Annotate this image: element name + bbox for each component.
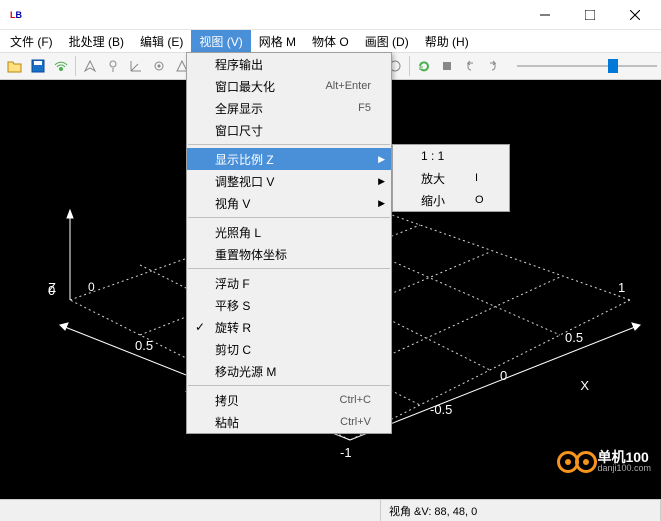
menu-batch[interactable]: 批处理 (B) xyxy=(61,30,132,53)
watermark-logo-icon xyxy=(557,451,593,473)
status-left xyxy=(0,500,381,521)
menu-item-zoom[interactable]: 显示比例 Z▶ xyxy=(187,148,391,170)
submenu-arrow-icon: ▶ xyxy=(378,176,385,187)
menu-item-adjust-viewport[interactable]: 调整视口 V▶ xyxy=(187,170,391,192)
menu-file[interactable]: 文件 (F) xyxy=(2,30,61,53)
menu-item-winsize[interactable]: 窗口尺寸 xyxy=(187,119,391,141)
menu-mesh[interactable]: 网格 M xyxy=(251,30,304,53)
menu-bar: 文件 (F) 批处理 (B) 编辑 (E) 视图 (V) 网格 M 物体 O 画… xyxy=(0,30,661,52)
tick: 0 xyxy=(88,280,95,294)
menu-edit[interactable]: 编辑 (E) xyxy=(132,30,191,53)
tool-axes-icon[interactable] xyxy=(125,55,147,77)
menu-item-paste[interactable]: 粘帖Ctrl+V xyxy=(187,411,391,433)
menu-item-rotate[interactable]: ✓旋转 R xyxy=(187,316,391,338)
menu-item-maximize[interactable]: 窗口最大化Alt+Enter xyxy=(187,75,391,97)
maximize-button[interactable] xyxy=(567,0,612,30)
menu-item-output[interactable]: 程序输出 xyxy=(187,53,391,75)
zoom-submenu: 1 : 1 放大I 缩小O xyxy=(392,144,510,212)
stop-icon[interactable] xyxy=(436,55,458,77)
watermark-url: danji100.com xyxy=(597,464,651,473)
status-bar: 视角 &V: 88, 48, 0 xyxy=(0,499,661,521)
app-logo-icon: LB xyxy=(8,7,24,23)
menu-item-lightangle[interactable]: 光照角 L xyxy=(187,221,391,243)
title-bar: LB xyxy=(0,0,661,30)
submenu-arrow-icon: ▶ xyxy=(378,154,385,165)
menu-item-viewangle[interactable]: 视角 V▶ xyxy=(187,192,391,214)
tick: 0.5 xyxy=(135,338,153,353)
redo-icon[interactable] xyxy=(482,55,504,77)
slider-thumb-icon[interactable] xyxy=(608,59,618,73)
view-dropdown: 程序输出 窗口最大化Alt+Enter 全屏显示F5 窗口尺寸 显示比例 Z▶ … xyxy=(186,52,392,434)
close-button[interactable] xyxy=(612,0,657,30)
menu-item-fullscreen[interactable]: 全屏显示F5 xyxy=(187,97,391,119)
menu-item-pan[interactable]: 平移 S xyxy=(187,294,391,316)
tool-gear-icon[interactable] xyxy=(148,55,170,77)
open-icon[interactable] xyxy=(4,55,26,77)
check-icon: ✓ xyxy=(195,320,205,334)
zoom-out[interactable]: 缩小O xyxy=(393,189,509,211)
save-icon[interactable] xyxy=(27,55,49,77)
zoom-in[interactable]: 放大I xyxy=(393,167,509,189)
minimize-button[interactable] xyxy=(522,0,567,30)
watermark: 单机100 danji100.com xyxy=(557,450,651,473)
tick: 0 xyxy=(48,283,55,298)
menu-item-clip[interactable]: 剪切 C xyxy=(187,338,391,360)
submenu-arrow-icon: ▶ xyxy=(378,198,385,209)
zoom-slider[interactable] xyxy=(517,56,657,76)
menu-view[interactable]: 视图 (V) xyxy=(191,30,250,53)
menu-item-resetcoords[interactable]: 重置物体坐标 xyxy=(187,243,391,265)
status-viewangle: 视角 &V: 88, 48, 0 xyxy=(381,500,661,521)
tick: -1 xyxy=(340,445,352,460)
menu-item-float[interactable]: 浮动 F xyxy=(187,272,391,294)
tick: -0.5 xyxy=(430,402,452,417)
undo-icon[interactable] xyxy=(459,55,481,77)
menu-object[interactable]: 物体 O xyxy=(304,30,357,53)
broadcast-icon[interactable] xyxy=(50,55,72,77)
axis-x-label: X xyxy=(580,378,589,393)
tool-arrow-icon[interactable] xyxy=(79,55,101,77)
menu-help[interactable]: 帮助 (H) xyxy=(417,30,477,53)
refresh-icon[interactable] xyxy=(413,55,435,77)
menu-draw[interactable]: 画图 (D) xyxy=(357,30,417,53)
menu-item-copy[interactable]: 拷贝Ctrl+C xyxy=(187,389,391,411)
tool-light-icon[interactable] xyxy=(102,55,124,77)
tick: 1 xyxy=(618,280,625,295)
menu-item-movelight[interactable]: 移动光源 M xyxy=(187,360,391,382)
zoom-1to1[interactable]: 1 : 1 xyxy=(393,145,509,167)
tick: 0.5 xyxy=(565,330,583,345)
watermark-title: 单机100 xyxy=(597,450,651,464)
tick: 0 xyxy=(500,368,507,383)
